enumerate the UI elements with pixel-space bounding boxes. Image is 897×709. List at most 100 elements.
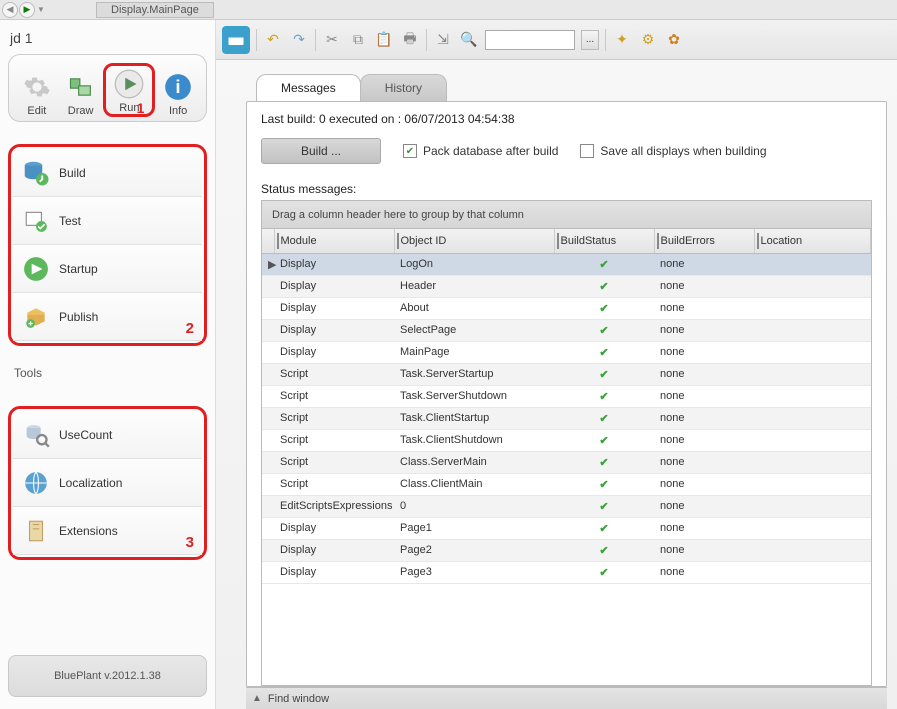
paste-icon[interactable]: 📋 [374, 30, 394, 50]
table-row[interactable]: ScriptTask.ClientStartup✔none [262, 407, 871, 429]
cell-build-errors: none [654, 297, 754, 319]
annotation-3: 3 [186, 534, 194, 551]
messages-panel: Last build: 0 executed on : 06/07/2013 0… [246, 101, 887, 687]
table-row[interactable]: ScriptClass.ServerMain✔none [262, 451, 871, 473]
publish-icon [19, 300, 53, 334]
cell-location [754, 517, 871, 539]
cell-location [754, 407, 871, 429]
nav-dropdown-icon[interactable]: ▼ [36, 1, 46, 19]
cell-build-status: ✔ [554, 275, 654, 297]
edit-button[interactable]: Edit [16, 71, 58, 117]
table-row[interactable]: DisplayPage2✔none [262, 539, 871, 561]
sidebar-item-extensions[interactable]: Extensions [13, 507, 202, 555]
info-label: Info [169, 105, 187, 117]
check-icon: ✔ [560, 346, 648, 359]
cell-build-errors: none [654, 473, 754, 495]
sidebar-item-test[interactable]: Test [13, 197, 202, 245]
tab-history[interactable]: History [360, 74, 447, 101]
table-row[interactable]: ScriptTask.ClientShutdown✔none [262, 429, 871, 451]
draw-button[interactable]: Draw [60, 71, 102, 117]
cell-module: Display [274, 517, 394, 539]
undo-icon[interactable]: ↶ [263, 30, 283, 50]
print-icon[interactable]: 🖶 [400, 30, 420, 50]
copy-icon[interactable]: ⧉ [348, 30, 368, 50]
sidebar-item-localization[interactable]: Localization [13, 459, 202, 507]
table-row[interactable]: ScriptTask.ServerStartup✔none [262, 363, 871, 385]
tab-messages[interactable]: Messages [256, 74, 361, 101]
pack-db-checkbox[interactable]: ✔ Pack database after build [403, 144, 558, 158]
build-button[interactable]: Build ... [261, 138, 381, 164]
group-by-bar[interactable]: Drag a column header here to group by th… [262, 201, 871, 229]
zoom-icon[interactable]: 🔍 [459, 30, 479, 50]
find-window-bar[interactable]: ▲ Find window [246, 687, 887, 709]
info-button[interactable]: i Info [157, 71, 199, 117]
check-icon: ✔ [560, 522, 648, 535]
check-icon: ✔ [560, 500, 648, 513]
publish-label: Publish [59, 310, 98, 324]
nav-forward-icon[interactable]: ▶ [19, 2, 35, 18]
sidebar: jd 1 Edit Draw [0, 20, 216, 709]
sidebar-item-startup[interactable]: Startup [13, 245, 202, 293]
check-icon: ✔ [560, 280, 648, 293]
cell-object-id: Page3 [394, 561, 554, 583]
annotation-2: 2 [186, 320, 194, 337]
globe-icon [19, 466, 53, 500]
table-row[interactable]: DisplayAbout✔none [262, 297, 871, 319]
check-icon: ✔ [560, 324, 648, 337]
nav-back-icon[interactable]: ◀ [2, 2, 18, 18]
table-row[interactable]: DisplaySelectPage✔none [262, 319, 871, 341]
cell-build-status: ✔ [554, 319, 654, 341]
sidebar-item-publish[interactable]: Publish [13, 293, 202, 341]
col-build-status[interactable]: BuildStatus [554, 229, 654, 253]
table-row[interactable]: DisplayHeader✔none [262, 275, 871, 297]
wizard-icon[interactable]: ✦ [612, 30, 632, 50]
svg-text:i: i [176, 76, 181, 97]
tool2-icon[interactable]: ⚙ [638, 30, 658, 50]
row-pointer-icon [262, 319, 274, 341]
import-icon[interactable]: ⇲ [433, 30, 453, 50]
cell-location [754, 319, 871, 341]
col-build-errors[interactable]: BuildErrors [654, 229, 754, 253]
save-displays-checkbox[interactable]: Save all displays when building [580, 144, 766, 158]
table-row[interactable]: ScriptClass.ClientMain✔none [262, 473, 871, 495]
cut-icon[interactable]: ✂ [322, 30, 342, 50]
run-highlight: Run 1 [103, 63, 155, 117]
cell-build-status: ✔ [554, 517, 654, 539]
toolbar-search-input[interactable] [485, 30, 575, 50]
cell-location [754, 253, 871, 275]
table-row[interactable]: EditScriptsExpressions0✔none [262, 495, 871, 517]
cell-build-status: ✔ [554, 561, 654, 583]
cell-location [754, 363, 871, 385]
toolbar-more-button[interactable]: ... [581, 30, 599, 50]
cell-build-errors: none [654, 429, 754, 451]
row-pointer-icon [262, 517, 274, 539]
row-pointer-icon [262, 407, 274, 429]
cell-module: Script [274, 429, 394, 451]
col-module[interactable]: Module [274, 229, 394, 253]
col-rowptr [262, 229, 274, 253]
cell-module: Script [274, 363, 394, 385]
col-object-id[interactable]: Object ID [394, 229, 554, 253]
draw-label: Draw [68, 105, 94, 117]
table-row[interactable]: DisplayMainPage✔none [262, 341, 871, 363]
row-pointer-icon [262, 297, 274, 319]
cell-object-id: Header [394, 275, 554, 297]
sidebar-item-usecount[interactable]: UseCount [13, 411, 202, 459]
cell-build-status: ✔ [554, 539, 654, 561]
table-row[interactable]: ▶DisplayLogOn✔none [262, 253, 871, 275]
row-pointer-icon [262, 385, 274, 407]
app-logo-icon[interactable] [222, 26, 250, 54]
cell-object-id: Task.ServerStartup [394, 363, 554, 385]
redo-icon[interactable]: ↷ [289, 30, 309, 50]
extensions-label: Extensions [59, 524, 118, 538]
col-location[interactable]: Location [754, 229, 871, 253]
cell-build-errors: none [654, 385, 754, 407]
breadcrumb[interactable]: Display.MainPage [96, 2, 214, 18]
table-row[interactable]: DisplayPage3✔none [262, 561, 871, 583]
save-displays-label: Save all displays when building [600, 144, 766, 158]
usecount-label: UseCount [59, 428, 112, 442]
tool3-icon[interactable]: ✿ [664, 30, 684, 50]
table-row[interactable]: DisplayPage1✔none [262, 517, 871, 539]
sidebar-item-build[interactable]: Build [13, 149, 202, 197]
table-row[interactable]: ScriptTask.ServerShutdown✔none [262, 385, 871, 407]
